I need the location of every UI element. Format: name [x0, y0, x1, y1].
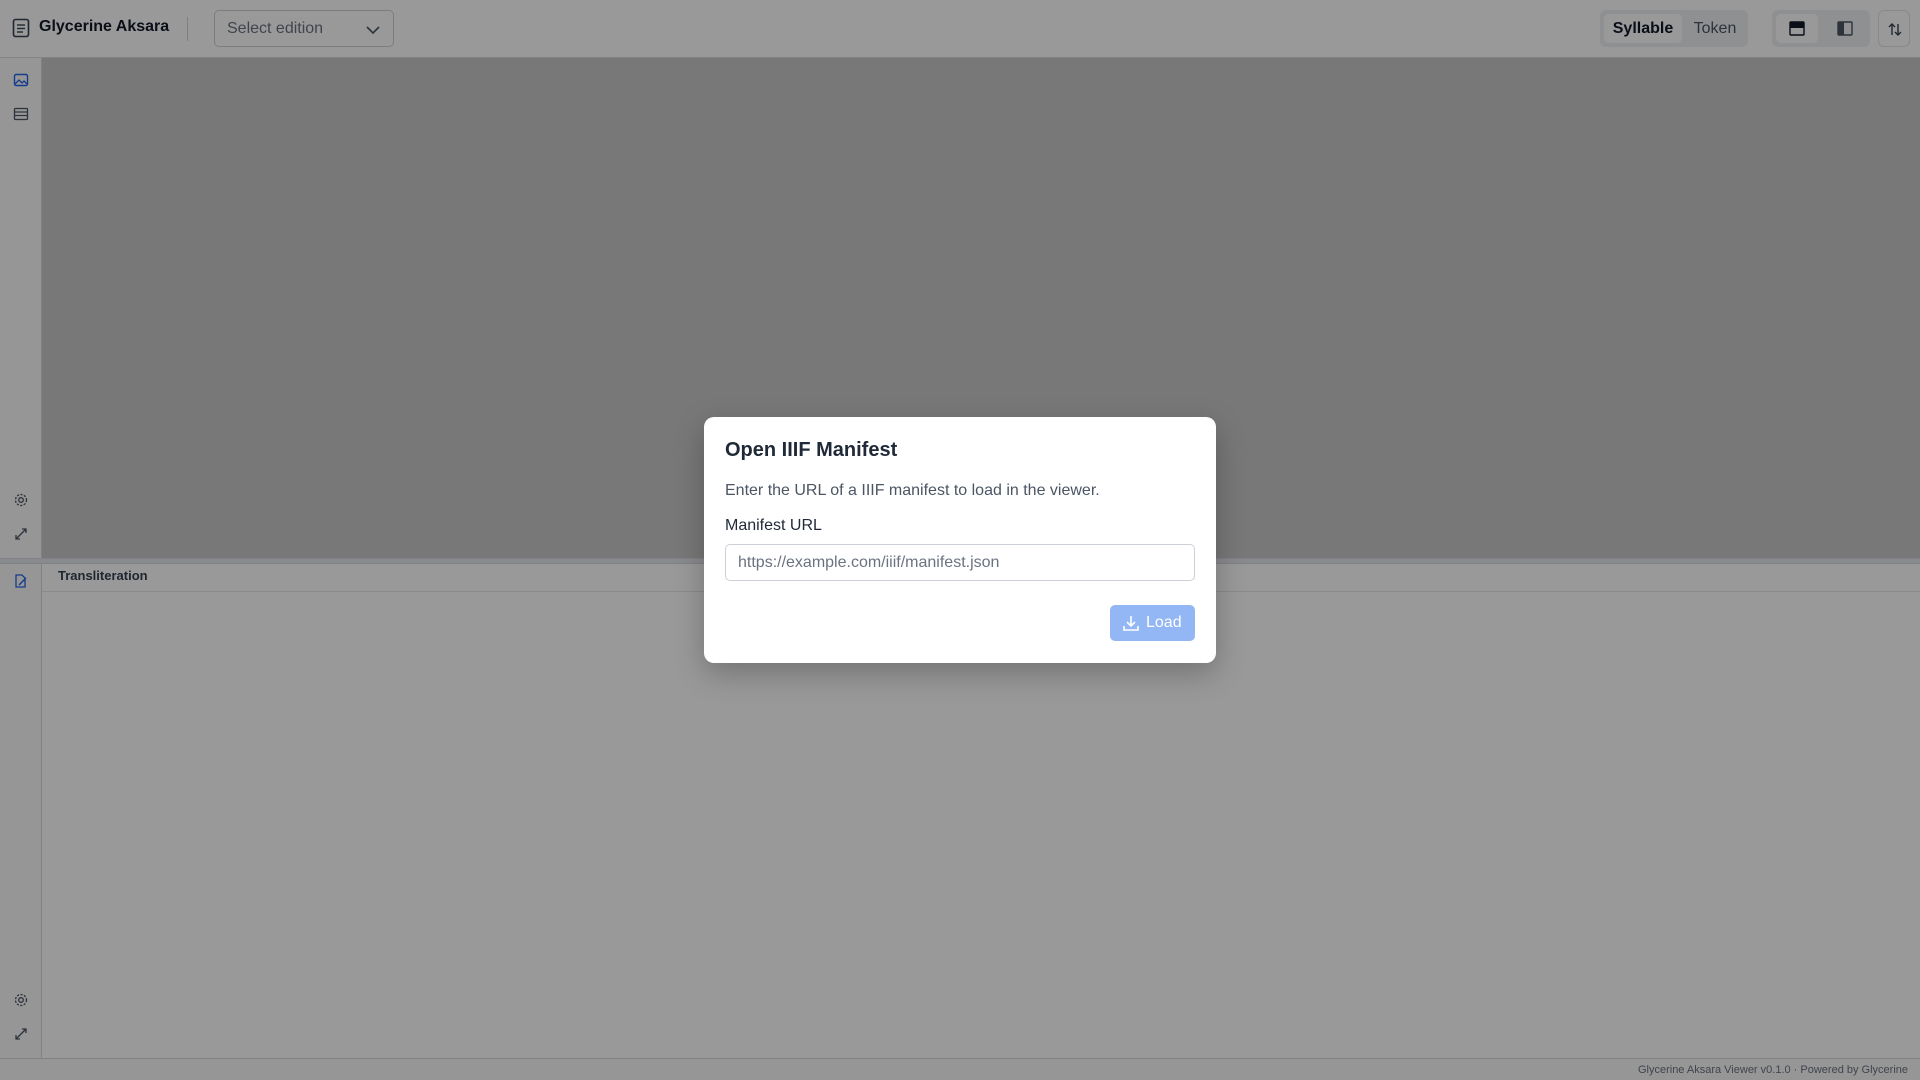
dialog-title: Open IIIF Manifest [725, 439, 898, 461]
download-icon [1123, 616, 1139, 631]
dialog-description: Enter the URL of a IIIF manifest to load… [725, 482, 1100, 499]
manifest-url-label: Manifest URL [725, 517, 822, 534]
load-button[interactable]: Load [1110, 605, 1195, 641]
open-manifest-dialog: Open IIIF Manifest Enter the URL of a II… [704, 417, 1216, 663]
manifest-url-input[interactable] [725, 544, 1195, 581]
load-button-label: Load [1146, 614, 1182, 631]
